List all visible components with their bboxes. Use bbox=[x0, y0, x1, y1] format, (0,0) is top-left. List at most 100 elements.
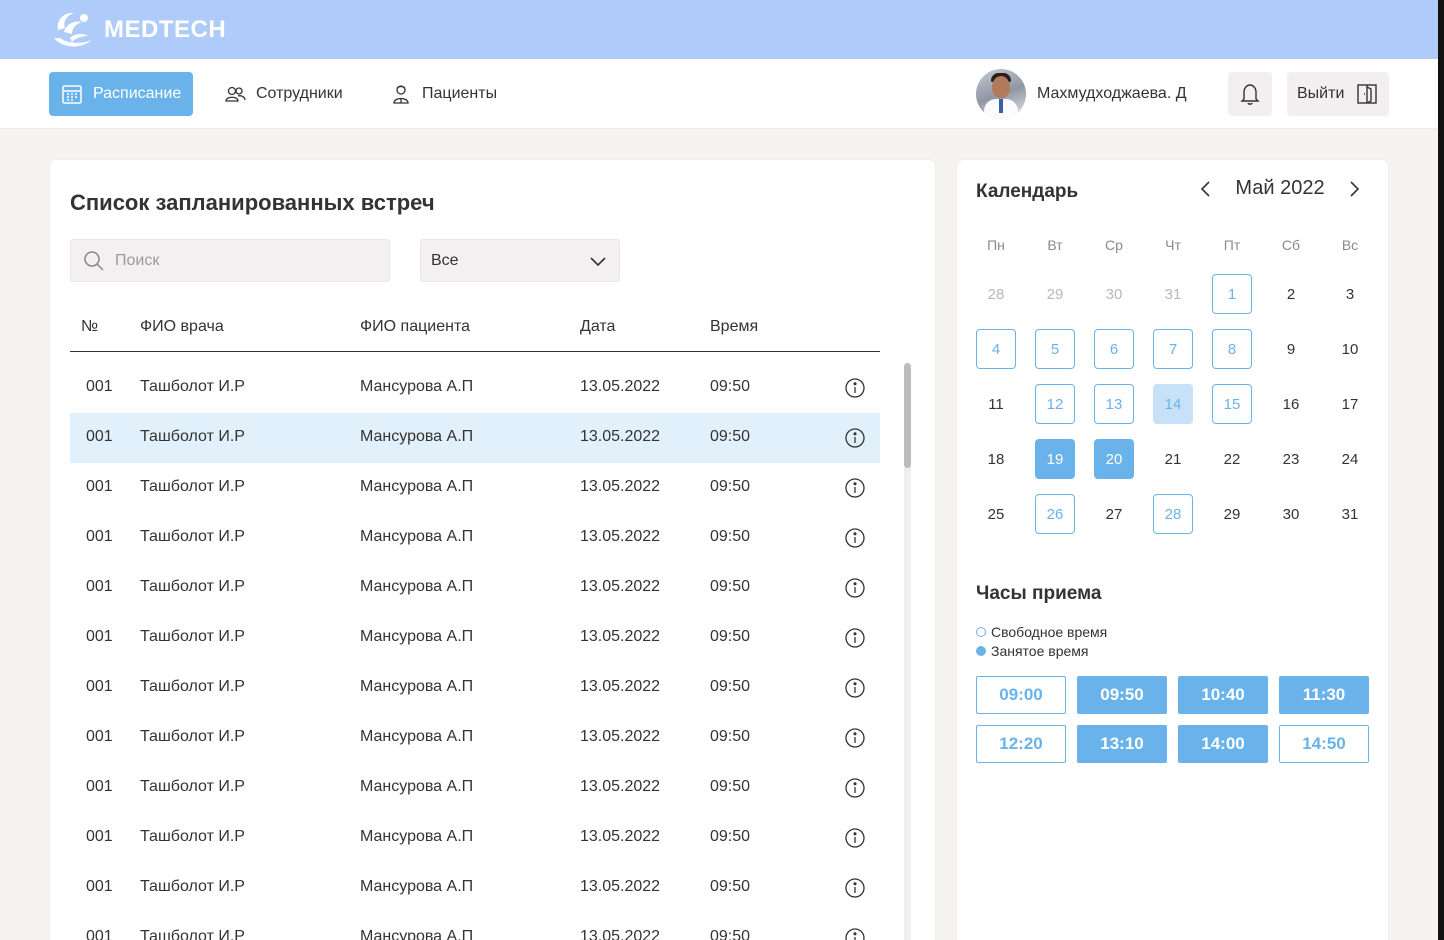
nav-staff[interactable]: Сотрудники bbox=[224, 72, 343, 116]
table-row[interactable]: 001 Ташболот И.Р Мансурова А.П 13.05.2022 09… bbox=[70, 563, 880, 613]
cell-number: 001 bbox=[86, 478, 113, 495]
table-row[interactable]: 001 Ташболот И.Р Мансурова А.П 13.05.2022 09… bbox=[70, 413, 880, 463]
table-row[interactable]: 001 Ташболот И.Р Мансурова А.П 13.05.2022 09… bbox=[70, 863, 880, 913]
time-slot-taken[interactable]: 11:30 bbox=[1279, 676, 1369, 714]
column-header-doctor: ФИО врача bbox=[140, 318, 224, 335]
info-icon[interactable] bbox=[844, 877, 866, 899]
info-icon[interactable] bbox=[844, 377, 866, 399]
logout-button[interactable]: Выйти bbox=[1287, 72, 1389, 116]
cell-number: 001 bbox=[86, 528, 113, 545]
chevron-left-icon[interactable] bbox=[1197, 180, 1215, 198]
calendar-day[interactable]: 27 bbox=[1094, 494, 1134, 534]
cell-time: 09:50 bbox=[710, 528, 751, 545]
cell-time: 09:50 bbox=[710, 428, 751, 445]
calendar-day[interactable]: 19 bbox=[1035, 439, 1075, 479]
nav-schedule[interactable]: Расписание bbox=[49, 72, 193, 116]
calendar-day[interactable]: 26 bbox=[1035, 494, 1075, 534]
time-slot-taken[interactable]: 10:40 bbox=[1178, 676, 1268, 714]
calendar-day[interactable]: 30 bbox=[1094, 274, 1134, 314]
calendar-day[interactable]: 28 bbox=[1153, 494, 1193, 534]
calendar-day[interactable]: 17 bbox=[1330, 384, 1370, 424]
info-icon[interactable] bbox=[844, 527, 866, 549]
time-slot-taken[interactable]: 13:10 bbox=[1077, 725, 1167, 763]
calendar-day[interactable]: 21 bbox=[1153, 439, 1193, 479]
brand-logo[interactable]: MEDTECH bbox=[50, 8, 226, 52]
calendar-day[interactable]: 29 bbox=[1035, 274, 1075, 314]
cell-doctor: Ташболот И.Р bbox=[140, 578, 245, 595]
medtech-logo-icon bbox=[54, 12, 92, 47]
calendar-day[interactable]: 24 bbox=[1330, 439, 1370, 479]
time-slot-taken[interactable]: 09:50 bbox=[1077, 676, 1167, 714]
calendar-day[interactable]: 18 bbox=[976, 439, 1016, 479]
cell-time: 09:50 bbox=[710, 778, 751, 795]
calendar-day[interactable]: 4 bbox=[976, 329, 1016, 369]
time-slot-taken[interactable]: 14:00 bbox=[1178, 725, 1268, 763]
search-box[interactable] bbox=[70, 239, 390, 282]
table-row[interactable]: 001 Ташболот И.Р Мансурова А.П 13.05.2022 09… bbox=[70, 513, 880, 563]
calendar-day[interactable]: 8 bbox=[1212, 329, 1252, 369]
info-icon[interactable] bbox=[844, 927, 866, 940]
info-icon[interactable] bbox=[844, 427, 866, 449]
search-input[interactable] bbox=[115, 251, 375, 270]
info-icon[interactable] bbox=[844, 727, 866, 749]
patient-icon bbox=[390, 83, 412, 105]
info-icon[interactable] bbox=[844, 827, 866, 849]
info-icon[interactable] bbox=[844, 577, 866, 599]
cell-number: 001 bbox=[86, 878, 113, 895]
info-icon[interactable] bbox=[844, 627, 866, 649]
calendar-day[interactable]: 5 bbox=[1035, 329, 1075, 369]
table-row[interactable]: 001 Ташболот И.Р Мансурова А.П 13.05.2022 09… bbox=[70, 613, 880, 663]
time-slot-free[interactable]: 09:00 bbox=[976, 676, 1066, 714]
calendar-day[interactable]: 29 bbox=[1212, 494, 1252, 534]
nav-patients[interactable]: Пациенты bbox=[390, 72, 497, 116]
info-icon[interactable] bbox=[844, 777, 866, 799]
filter-select[interactable]: Все bbox=[420, 239, 620, 282]
calendar-day[interactable]: 28 bbox=[976, 274, 1016, 314]
calendar-day[interactable]: 20 bbox=[1094, 439, 1134, 479]
cell-number: 001 bbox=[86, 828, 113, 845]
calendar-day[interactable]: 9 bbox=[1271, 329, 1311, 369]
calendar-day[interactable]: 25 bbox=[976, 494, 1016, 534]
table-row[interactable]: 001 Ташболот И.Р Мансурова А.П 13.05.2022 09… bbox=[70, 363, 880, 413]
calendar-day[interactable]: 14 bbox=[1153, 384, 1193, 424]
time-slot-free[interactable]: 12:20 bbox=[976, 725, 1066, 763]
calendar-day[interactable]: 10 bbox=[1330, 329, 1370, 369]
info-icon[interactable] bbox=[844, 677, 866, 699]
calendar-day[interactable]: 11 bbox=[976, 384, 1016, 424]
calendar-grid-icon bbox=[61, 83, 83, 105]
info-icon[interactable] bbox=[844, 477, 866, 499]
calendar-day[interactable]: 6 bbox=[1094, 329, 1134, 369]
scrollbar-thumb[interactable] bbox=[904, 363, 911, 468]
calendar-day[interactable]: 30 bbox=[1271, 494, 1311, 534]
table-row[interactable]: 001 Ташболот И.Р Мансурова А.П 13.05.2022 09… bbox=[70, 813, 880, 863]
table-row[interactable]: 001 Ташболот И.Р Мансурова А.П 13.05.2022 09… bbox=[70, 913, 880, 940]
table-row[interactable]: 001 Ташболот И.Р Мансурова А.П 13.05.2022 09… bbox=[70, 463, 880, 513]
calendar-day[interactable]: 13 bbox=[1094, 384, 1134, 424]
calendar-day[interactable]: 22 bbox=[1212, 439, 1252, 479]
calendar-day[interactable]: 31 bbox=[1153, 274, 1193, 314]
calendar-day[interactable]: 16 bbox=[1271, 384, 1311, 424]
calendar-day[interactable]: 15 bbox=[1212, 384, 1252, 424]
cell-patient: Мансурова А.П bbox=[360, 728, 474, 745]
calendar-day[interactable]: 23 bbox=[1271, 439, 1311, 479]
user-profile[interactable]: Махмудходжаева. Д bbox=[976, 69, 1187, 119]
door-exit-icon bbox=[1356, 83, 1378, 105]
cell-patient: Мансурова А.П bbox=[360, 528, 474, 545]
calendar-day[interactable]: 7 bbox=[1153, 329, 1193, 369]
column-header-time: Время bbox=[710, 318, 759, 335]
calendar-day[interactable]: 3 bbox=[1330, 274, 1370, 314]
weekday-label: Вс bbox=[1341, 237, 1359, 253]
chevron-right-icon[interactable] bbox=[1345, 180, 1363, 198]
calendar-day[interactable]: 2 bbox=[1271, 274, 1311, 314]
notifications-button[interactable] bbox=[1228, 72, 1272, 116]
table-row[interactable]: 001 Ташболот И.Р Мансурова А.П 13.05.2022 09… bbox=[70, 763, 880, 813]
cell-time: 09:50 bbox=[710, 728, 751, 745]
table-row[interactable]: 001 Ташболот И.Р Мансурова А.П 13.05.2022 09… bbox=[70, 663, 880, 713]
table-scrollbar[interactable] bbox=[904, 363, 911, 940]
calendar-day[interactable]: 12 bbox=[1035, 384, 1075, 424]
calendar-day[interactable]: 1 bbox=[1212, 274, 1252, 314]
time-slot-free[interactable]: 14:50 bbox=[1279, 725, 1369, 763]
table-row[interactable]: 001 Ташболот И.Р Мансурова А.П 13.05.2022 09… bbox=[70, 713, 880, 763]
calendar-day[interactable]: 31 bbox=[1330, 494, 1370, 534]
window-edge bbox=[1438, 0, 1444, 940]
